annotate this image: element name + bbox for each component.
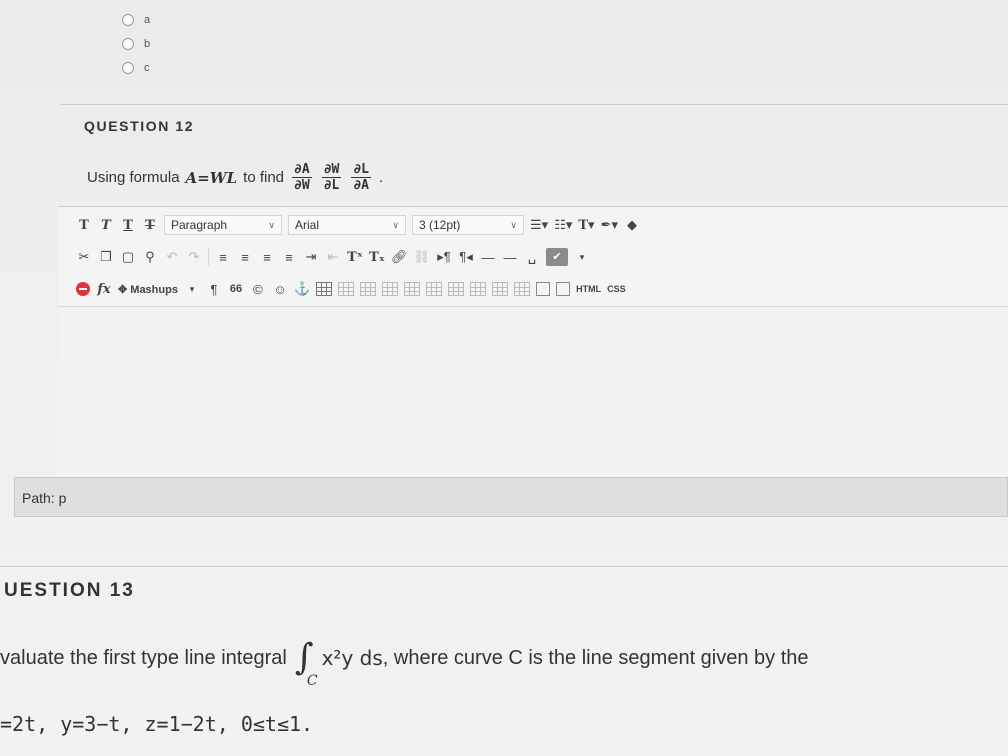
subscript-button[interactable]: Tₓ: [369, 250, 385, 265]
option-label: a: [144, 14, 151, 26]
text-color-icon[interactable]: T▾: [578, 218, 594, 233]
horizontal-rule-icon[interactable]: —: [480, 250, 496, 265]
find-icon[interactable]: ⚲: [142, 249, 158, 265]
toolbar-row-1: T T T T Paragraph ∨ Arial ∨ 3 (12pt) ∨ ☰▾ ☷…: [58, 212, 1008, 238]
radio-button[interactable]: [122, 62, 134, 74]
paragraph-select[interactable]: Paragraph ∨: [164, 215, 282, 235]
pilcrow-icon[interactable]: ¶: [206, 282, 222, 297]
question-12-heading: QUESTION 12: [84, 118, 195, 134]
table-col-after-icon[interactable]: [426, 282, 443, 296]
record-icon[interactable]: [76, 282, 90, 296]
text-prefix: valuate the first type line integral: [0, 646, 287, 669]
copyright-icon[interactable]: ©: [250, 282, 266, 297]
chevron-down-icon[interactable]: ▾: [184, 284, 200, 295]
end-punct: .: [379, 169, 384, 186]
editor-content-area[interactable]: [58, 306, 1008, 477]
text-mid: to find: [243, 169, 285, 186]
radio-button[interactable]: [122, 38, 134, 50]
divider: [60, 104, 1008, 105]
table-cell-props-icon[interactable]: [470, 282, 487, 296]
undo-icon[interactable]: ↶: [164, 249, 180, 265]
blockquote-icon[interactable]: 66: [228, 283, 244, 295]
font-size-select[interactable]: 3 (12pt) ∨: [412, 215, 524, 235]
underline-button[interactable]: T: [120, 218, 136, 233]
layer-icon[interactable]: [556, 282, 571, 296]
align-left-icon[interactable]: ≡: [215, 250, 231, 265]
css-button[interactable]: CSS: [607, 284, 626, 294]
align-right-icon[interactable]: ≡: [259, 250, 275, 265]
table-delete-col-icon[interactable]: [448, 282, 465, 296]
insert-line-icon[interactable]: —: [502, 250, 518, 265]
unlink-icon[interactable]: ⛓: [414, 249, 431, 265]
toolbar-row-2: ✂ ❐ ▢ ⚲ ↶ ↷ ≡ ≡ ≡ ≡ ⇥ ⇤ Tˣ Tₓ 🔗︎ ⛓ ▸¶ ¶◂…: [58, 244, 1008, 270]
bold-button[interactable]: T: [76, 218, 92, 233]
indent-icon[interactable]: ⇥: [303, 249, 319, 265]
table-merge-icon[interactable]: [492, 282, 509, 296]
superscript-button[interactable]: Tˣ: [347, 250, 363, 265]
html-button[interactable]: HTML: [576, 284, 601, 294]
path-label: Path: p: [22, 490, 67, 506]
chevron-down-icon: ∨: [510, 219, 517, 230]
bullet-list-icon[interactable]: ☰▾: [530, 217, 548, 233]
text-suffix: , where curve C is the line segment give…: [382, 646, 809, 669]
question-13-text: valuate the first type line integral ∫ C …: [0, 637, 809, 689]
spellcheck-icon[interactable]: ✔: [546, 248, 569, 266]
table-row-after-icon[interactable]: [360, 282, 377, 296]
paste-icon[interactable]: ▢: [120, 249, 136, 265]
align-justify-icon[interactable]: ≡: [281, 250, 297, 265]
numbered-list-icon[interactable]: ☷▾: [554, 217, 572, 233]
radio-button[interactable]: [122, 14, 134, 26]
option-a[interactable]: a: [122, 14, 150, 26]
text-prefix: Using formula: [87, 169, 180, 186]
formula: A=WL: [185, 168, 238, 187]
toolbar-row-3: fx ✥ Mashups ▾ ¶ 66 © ☺ ⚓ HTML CSS: [58, 276, 1008, 302]
question-12-text: Using formula A=WL to find ∂A ∂W ∂W ∂L ∂…: [87, 162, 383, 193]
rtl-icon[interactable]: ¶◂: [458, 249, 474, 265]
fraction-1: ∂A ∂W: [292, 162, 312, 193]
integrand: x²y ds: [321, 646, 383, 670]
divider: [208, 248, 209, 266]
integral-sign: ∫ C: [294, 637, 318, 689]
editor-statusbar: [14, 477, 1008, 517]
table-icon[interactable]: [316, 282, 333, 296]
formula-icon[interactable]: fx: [96, 282, 112, 297]
table-delete-row-icon[interactable]: [382, 282, 399, 296]
align-center-icon[interactable]: ≡: [237, 250, 253, 265]
chevron-down-icon: ∨: [392, 219, 399, 230]
option-label: b: [144, 38, 151, 50]
cut-icon[interactable]: ✂: [76, 249, 92, 265]
option-c[interactable]: c: [122, 62, 150, 74]
fraction-3: ∂L ∂A: [351, 162, 371, 193]
option-b[interactable]: b: [122, 38, 150, 50]
table-col-before-icon[interactable]: [404, 282, 421, 296]
fraction-2: ∂W ∂L: [321, 162, 342, 193]
italic-button[interactable]: T: [98, 218, 114, 233]
font-select[interactable]: Arial ∨: [288, 215, 406, 235]
mashups-button[interactable]: ✥ Mashups: [118, 283, 178, 296]
question-13-equations: =2t, y=3−t, z=1−2t, 0≤t≤1.: [0, 712, 314, 736]
strikethrough-button[interactable]: T: [142, 218, 158, 233]
nonbreaking-space-icon[interactable]: ␣: [524, 249, 540, 265]
redo-icon[interactable]: ↷: [186, 249, 202, 265]
table-row-before-icon[interactable]: [338, 282, 355, 296]
highlight-pen-icon[interactable]: ✒▾: [601, 217, 618, 233]
outdent-icon[interactable]: ⇤: [325, 249, 341, 265]
link-icon[interactable]: 🔗︎: [391, 249, 408, 265]
divider: [0, 566, 1008, 567]
option-label: c: [144, 62, 150, 74]
question-13-heading: UESTION 13: [4, 580, 135, 601]
chevron-down-icon[interactable]: ▾: [574, 252, 590, 263]
box-icon[interactable]: [536, 282, 551, 296]
anchor-icon[interactable]: ⚓: [294, 281, 310, 297]
copy-icon[interactable]: ❐: [98, 249, 114, 265]
table-split-icon[interactable]: [514, 282, 531, 296]
chevron-down-icon: ∨: [268, 219, 275, 230]
emoji-icon[interactable]: ☺: [272, 282, 288, 297]
eraser-icon[interactable]: ◆: [624, 217, 640, 233]
ltr-icon[interactable]: ▸¶: [436, 249, 452, 265]
